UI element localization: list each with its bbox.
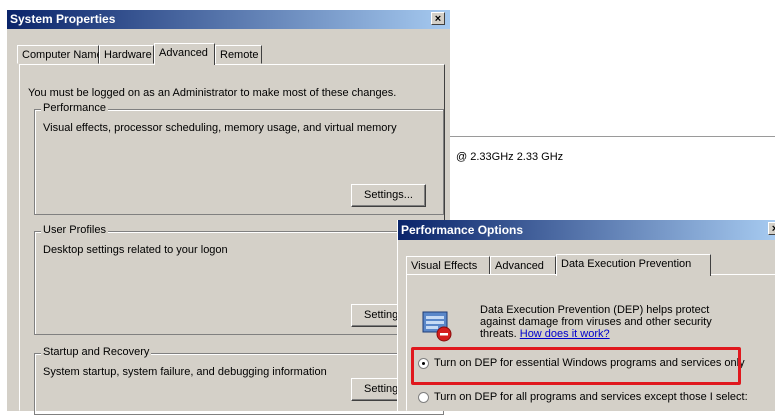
performance-settings-button[interactable]: Settings... (351, 184, 426, 207)
window-title: System Properties (10, 12, 116, 26)
dep-shield-icon (422, 311, 452, 342)
cpu-speed-text: @ 2.33GHz 2.33 GHz (456, 151, 564, 163)
system-properties-titlebar[interactable]: System Properties × (7, 10, 450, 29)
startup-recovery-description: System startup, system failure, and debu… (43, 366, 327, 378)
close-button[interactable]: × (431, 12, 445, 25)
performance-group-label: Performance (41, 102, 108, 114)
tab-computer-name[interactable]: Computer Name (17, 45, 103, 64)
tab-data-execution-prevention[interactable]: Data Execution Prevention (556, 254, 711, 276)
tab-advanced[interactable]: Advanced (490, 256, 556, 275)
how-does-it-work-link[interactable]: How does it work? (520, 328, 610, 340)
user-profiles-group-label: User Profiles (41, 224, 108, 236)
tab-hardware[interactable]: Hardware (99, 45, 154, 64)
performance-description: Visual effects, processor scheduling, me… (43, 122, 397, 134)
system-properties-window: System Properties × Computer Name Hardwa… (6, 10, 450, 415)
user-profiles-description: Desktop settings related to your logon (43, 244, 228, 256)
tab-advanced[interactable]: Advanced (154, 43, 215, 65)
highlight-box (411, 347, 741, 385)
tab-remote[interactable]: Remote (215, 45, 262, 64)
tab-visual-effects[interactable]: Visual Effects (406, 256, 490, 275)
performance-group: Performance Visual effects, processor sc… (34, 102, 444, 215)
radio-button[interactable] (418, 392, 429, 403)
divider (450, 136, 775, 137)
admin-note: You must be logged on as an Administrato… (28, 87, 397, 99)
startup-recovery-group: Startup and Recovery System startup, sys… (34, 346, 444, 415)
dep-description: Data Execution Prevention (DEP) helps pr… (480, 304, 740, 340)
performance-options-titlebar[interactable]: Performance Options × (398, 220, 775, 240)
close-button[interactable]: × (768, 222, 775, 235)
advanced-tab-panel: You must be logged on as an Administrato… (19, 64, 445, 415)
close-icon: × (434, 13, 442, 25)
startup-recovery-group-label: Startup and Recovery (41, 346, 152, 358)
dep-option-all-programs-label: Turn on DEP for all programs and service… (434, 391, 748, 403)
user-profiles-group: User Profiles Desktop settings related t… (34, 224, 444, 335)
window-title: Performance Options (401, 223, 524, 237)
